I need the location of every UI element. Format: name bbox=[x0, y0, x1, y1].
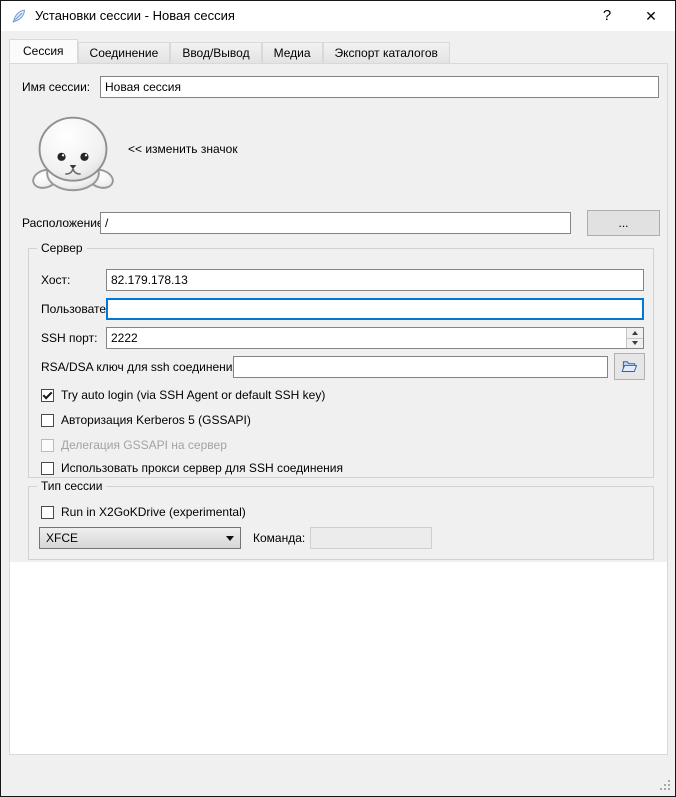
chevron-down-icon bbox=[226, 536, 234, 541]
spin-buttons bbox=[626, 328, 643, 348]
ssh-proxy-label: Использовать прокси сервер для SSH соеди… bbox=[61, 461, 343, 475]
path-browse-button[interactable]: ... bbox=[587, 210, 660, 236]
kdrive-checkbox[interactable] bbox=[41, 506, 54, 519]
change-icon-link[interactable]: << изменить значок bbox=[128, 138, 238, 160]
desktop-type-value: XFCE bbox=[46, 531, 78, 545]
kdrive-label: Run in X2GoKDrive (experimental) bbox=[61, 505, 246, 519]
session-name-label: Имя сессии: bbox=[22, 76, 90, 98]
ssh-port-label: SSH порт: bbox=[41, 327, 97, 349]
session-form: Имя сессии: bbox=[10, 64, 667, 562]
ssh-key-input[interactable] bbox=[233, 356, 608, 378]
command-label: Команда: bbox=[253, 527, 305, 549]
feather-icon bbox=[11, 8, 27, 24]
path-input[interactable] bbox=[100, 212, 571, 234]
ssh-key-browse-button[interactable] bbox=[614, 353, 645, 380]
arrow-up-icon bbox=[632, 331, 638, 335]
server-group: Сервер Хост: Пользователь: SSH порт: RSA… bbox=[28, 248, 654, 478]
autologin-label: Try auto login (via SSH Agent or default… bbox=[61, 388, 325, 402]
window-title: Установки сессии - Новая сессия bbox=[35, 1, 235, 31]
kerberos-delegation-checkbox bbox=[41, 439, 54, 452]
close-button[interactable]: ✕ bbox=[633, 1, 669, 31]
ssh-proxy-checkbox[interactable] bbox=[41, 462, 54, 475]
user-input[interactable] bbox=[106, 298, 644, 320]
tab-bar: Сессия Соединение Ввод/Вывод Медиа Экспо… bbox=[9, 41, 450, 63]
desktop-type-select[interactable]: XFCE bbox=[39, 527, 241, 549]
kerberos-checkbox-row[interactable]: Авторизация Kerberos 5 (GSSAPI) bbox=[41, 412, 251, 428]
tab-input-output[interactable]: Ввод/Вывод bbox=[170, 42, 261, 63]
path-label: Расположение: bbox=[22, 212, 107, 234]
open-folder-icon bbox=[621, 359, 638, 374]
host-label: Хост: bbox=[41, 269, 70, 291]
command-input bbox=[310, 527, 432, 549]
kerberos-checkbox[interactable] bbox=[41, 414, 54, 427]
footer: OK Отмена По умолчанию bbox=[1, 754, 675, 796]
kerberos-delegation-label: Делегация GSSAPI на сервер bbox=[61, 438, 227, 452]
server-group-title: Сервер bbox=[37, 241, 87, 256]
spin-down-button[interactable] bbox=[627, 338, 643, 349]
session-settings-dialog: Установки сессии - Новая сессия ? ✕ Сесс… bbox=[0, 0, 676, 797]
tab-folder-export[interactable]: Экспорт каталогов bbox=[323, 42, 450, 63]
tab-session[interactable]: Сессия bbox=[9, 39, 78, 63]
session-type-group: Тип сессии Run in X2GoKDrive (experiment… bbox=[28, 486, 654, 560]
session-seal-icon[interactable] bbox=[30, 110, 116, 196]
tab-connection[interactable]: Соединение bbox=[78, 42, 171, 63]
session-name-input[interactable] bbox=[100, 76, 659, 98]
autologin-checkbox[interactable] bbox=[41, 389, 54, 402]
ssh-port-input[interactable] bbox=[106, 327, 644, 349]
kerberos-delegation-checkbox-row: Делегация GSSAPI на сервер bbox=[41, 437, 227, 453]
tab-media[interactable]: Медиа bbox=[262, 42, 323, 63]
title-bar[interactable]: Установки сессии - Новая сессия ? ✕ bbox=[1, 1, 675, 31]
ssh-port-spinner bbox=[106, 327, 644, 349]
help-button[interactable]: ? bbox=[589, 1, 625, 31]
resize-grip[interactable] bbox=[659, 780, 670, 791]
ssh-key-label: RSA/DSA ключ для ssh соединения: bbox=[41, 356, 242, 378]
session-tab-page: Имя сессии: bbox=[9, 63, 668, 755]
autologin-checkbox-row[interactable]: Try auto login (via SSH Agent or default… bbox=[41, 387, 325, 403]
spin-up-button[interactable] bbox=[627, 328, 643, 338]
kerberos-label: Авторизация Kerberos 5 (GSSAPI) bbox=[61, 413, 251, 427]
ssh-proxy-checkbox-row[interactable]: Использовать прокси сервер для SSH соеди… bbox=[41, 460, 343, 476]
session-type-group-title: Тип сессии bbox=[37, 479, 106, 494]
kdrive-checkbox-row[interactable]: Run in X2GoKDrive (experimental) bbox=[41, 504, 246, 520]
arrow-down-icon bbox=[632, 341, 638, 345]
host-input[interactable] bbox=[106, 269, 644, 291]
